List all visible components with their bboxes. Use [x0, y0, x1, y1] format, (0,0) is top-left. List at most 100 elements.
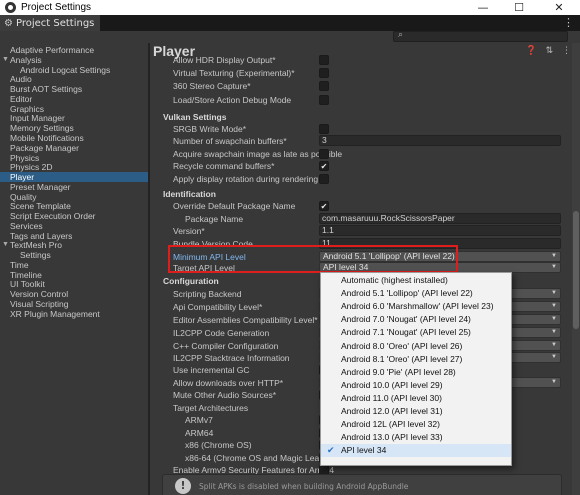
checkbox[interactable] [319, 149, 329, 159]
setting-label: Version* [173, 226, 205, 236]
annotation-highlight-api-levels [168, 245, 458, 273]
close-button[interactable]: ✕ [541, 0, 577, 15]
checkbox[interactable]: ✔ [319, 201, 329, 211]
sidebar-item-label: Analysis [10, 55, 42, 65]
checkbox[interactable] [319, 95, 329, 105]
sidebar-item[interactable]: Package Manager [10, 143, 79, 153]
setting-label: IL2CPP Code Generation [173, 328, 270, 338]
checkbox[interactable] [319, 81, 329, 91]
sidebar-item-label: Player [10, 172, 35, 182]
expand-arrow-icon[interactable]: ▼ [2, 55, 9, 65]
setting-row: Acquire swapchain image as late as possi… [150, 148, 560, 160]
setting-label: IL2CPP Stacktrace Information [173, 353, 290, 363]
setting-label: Load/Store Action Debug Mode [173, 95, 292, 105]
sidebar-item[interactable]: Adaptive Performance [10, 45, 94, 55]
sidebar-item-label: Preset Manager [10, 182, 71, 192]
sidebar-item-label: Visual Scripting [10, 299, 69, 309]
dropdown-option[interactable]: Android 6.0 'Marshmallow' (API level 23) [321, 300, 511, 313]
section-header[interactable]: Identification [163, 188, 216, 200]
dropdown-option[interactable]: Android 12L (API level 32) [321, 418, 511, 431]
sidebar-item-label: Audio [10, 74, 32, 84]
chevron-down-icon: ▼ [551, 329, 557, 335]
sidebar-item[interactable]: Version Control [10, 289, 68, 299]
sidebar-item[interactable]: Visual Scripting [10, 299, 68, 309]
dropdown-option[interactable]: Android 5.1 'Lollipop' (API level 22) [321, 287, 511, 300]
sidebar-item-label: TextMesh Pro [10, 240, 62, 250]
sidebar-item[interactable]: Audio [10, 74, 32, 84]
dropdown-option[interactable]: Android 13.0 (API level 33) [321, 431, 511, 444]
sidebar-item[interactable]: Burst AOT Settings [10, 84, 82, 94]
dropdown-option[interactable]: Android 8.0 'Oreo' (API level 26) [321, 340, 511, 353]
sidebar-item[interactable]: Physics 2D [10, 162, 53, 172]
sidebar-item[interactable]: Editor [10, 94, 32, 104]
text-field[interactable]: com.masaruuu.RockScissorsPaper [319, 213, 561, 224]
option-label: Android 8.1 'Oreo' (API level 27) [341, 353, 463, 364]
sidebar-item-label: Version Control [10, 289, 69, 299]
sidebar-item-label: Package Manager [10, 143, 79, 153]
sidebar-item[interactable]: ▼ Analysis [2, 55, 42, 65]
sidebar-item[interactable]: Preset Manager [10, 182, 70, 192]
checkbox[interactable]: ✔ [319, 161, 329, 171]
sidebar-item-label: Burst AOT Settings [10, 84, 83, 94]
window-menu-button[interactable]: ⋮ [563, 15, 574, 31]
text-field[interactable]: 1.1 [319, 225, 561, 236]
sidebar-item[interactable]: XR Plugin Management [10, 309, 100, 319]
sidebar-item[interactable]: Services [10, 221, 43, 231]
option-label: Android 5.1 'Lollipop' (API level 22) [341, 288, 473, 299]
setting-row: Version* 1.1 [150, 225, 561, 237]
setting-label: x86-64 (Chrome OS and Magic Leap 2) [185, 453, 334, 463]
expand-arrow-icon[interactable]: ▼ [2, 240, 9, 250]
tab-project-settings[interactable]: ⚙ Project Settings [0, 15, 100, 31]
sidebar-item-label: Services [10, 221, 43, 231]
minimize-button[interactable]: — [465, 0, 501, 15]
setting-row: 360 Stereo Capture* [150, 80, 560, 92]
window-titlebar: Project Settings — ☐ ✕ [0, 0, 580, 15]
dropdown-option[interactable]: Automatic (highest installed) [321, 274, 511, 287]
sidebar-item-label: XR Plugin Management [10, 309, 100, 319]
sidebar-item[interactable]: Mobile Notifications [10, 133, 84, 143]
chevron-down-icon: ▼ [551, 316, 557, 322]
sidebar-item[interactable]: Script Execution Order [10, 211, 96, 221]
search-input[interactable]: ⌕ [393, 30, 568, 42]
option-label: Android 12L (API level 32) [341, 419, 440, 430]
dropdown-option[interactable]: Android 9.0 'Pie' (API level 28) [321, 366, 511, 379]
sidebar-item[interactable]: Memory Settings [10, 123, 74, 133]
sidebar-item[interactable]: Time [10, 260, 29, 270]
maximize-button[interactable]: ☐ [501, 0, 537, 15]
sidebar: Adaptive Performance ▼ Analysis Android Log… [0, 43, 148, 495]
dropdown-option[interactable]: Android 11.0 (API level 30) [321, 392, 511, 405]
dropdown-option[interactable]: ✔ API level 34 [321, 444, 511, 458]
option-label: Android 10.0 (API level 29) [341, 379, 443, 390]
sidebar-item[interactable]: Scene Template [10, 201, 71, 211]
unity-logo-icon [5, 2, 16, 13]
sidebar-item[interactable]: Android Logcat Settings [20, 65, 110, 75]
scrollbar-thumb[interactable] [573, 211, 579, 329]
checkbox[interactable] [319, 68, 329, 78]
text-field[interactable]: 3 [319, 135, 561, 146]
help-box: ! Split APKs is disabled when building A… [162, 474, 562, 495]
section-header[interactable]: Vulkan Settings [163, 111, 226, 123]
setting-row: Load/Store Action Debug Mode [150, 94, 560, 106]
chevron-down-icon: ▼ [551, 290, 557, 296]
search-icon: ⌕ [398, 30, 404, 40]
setting-label: Allow downloads over HTTP* [173, 378, 284, 388]
sidebar-item[interactable]: Player [0, 172, 148, 182]
setting-label: Recycle command buffers* [173, 161, 275, 171]
checkbox[interactable] [319, 124, 329, 134]
checkbox[interactable] [319, 174, 329, 184]
dropdown-option[interactable]: Android 7.0 'Nougat' (API level 24) [321, 313, 511, 326]
dropdown-option[interactable]: Android 8.1 'Oreo' (API level 27) [321, 353, 511, 366]
setting-row: Vulkan Settings [150, 111, 560, 123]
checkbox[interactable] [319, 55, 329, 65]
sidebar-item[interactable]: Input Manager [10, 113, 65, 123]
sidebar-item[interactable]: ▼ TextMesh Pro [2, 240, 62, 250]
option-label: Android 7.0 'Nougat' (API level 24) [341, 314, 471, 325]
sidebar-item[interactable]: Settings [20, 250, 51, 260]
dropdown-option[interactable]: Android 7.1 'Nougat' (API level 25) [321, 326, 511, 339]
option-label: Android 11.0 (API level 30) [341, 392, 442, 403]
dropdown-option[interactable]: Android 10.0 (API level 29) [321, 379, 511, 392]
sidebar-item[interactable]: UI Toolkit [10, 279, 45, 289]
scrollbar[interactable] [572, 43, 580, 495]
dropdown-option[interactable]: Android 12.0 (API level 31) [321, 405, 511, 418]
section-header[interactable]: Configuration [163, 275, 219, 287]
